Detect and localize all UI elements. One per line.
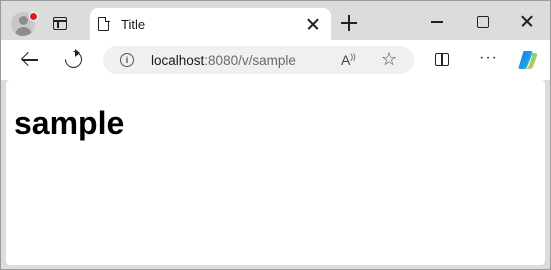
info-icon[interactable]: i: [120, 53, 134, 67]
refresh-icon[interactable]: [61, 47, 86, 72]
notification-dot: [29, 12, 38, 21]
close-tab-icon[interactable]: [305, 16, 321, 32]
split-screen-icon[interactable]: [435, 53, 449, 66]
tab-strip: Title: [1, 1, 550, 41]
address-bar[interactable]: i localhost:8080/v/sample A)) ☆: [103, 46, 414, 74]
url-host: localhost: [151, 53, 205, 68]
page-content: sample: [6, 80, 545, 265]
tab-actions-icon[interactable]: [53, 17, 67, 30]
maximize-icon[interactable]: [477, 16, 489, 28]
toolbar: i localhost:8080/v/sample A)) ☆ ···: [1, 40, 550, 80]
close-window-icon[interactable]: [519, 13, 535, 29]
new-tab-plus-icon[interactable]: [341, 15, 357, 31]
url-path: :8080/v/sample: [204, 53, 296, 68]
copilot-icon[interactable]: [517, 50, 539, 70]
tab-active[interactable]: Title: [90, 8, 331, 41]
url-text[interactable]: localhost:8080/v/sample: [151, 53, 296, 68]
tab-title: Title: [121, 17, 146, 32]
minimize-icon[interactable]: [431, 21, 443, 23]
page-heading: sample: [14, 105, 125, 141]
read-aloud-icon[interactable]: A)): [341, 52, 356, 68]
back-arrow-icon[interactable]: [20, 51, 39, 68]
more-icon[interactable]: ···: [479, 49, 498, 67]
star-icon[interactable]: ☆: [381, 49, 397, 69]
browser-window: Title i localhost:8080/v/sample A)) ☆ ··…: [0, 0, 551, 270]
